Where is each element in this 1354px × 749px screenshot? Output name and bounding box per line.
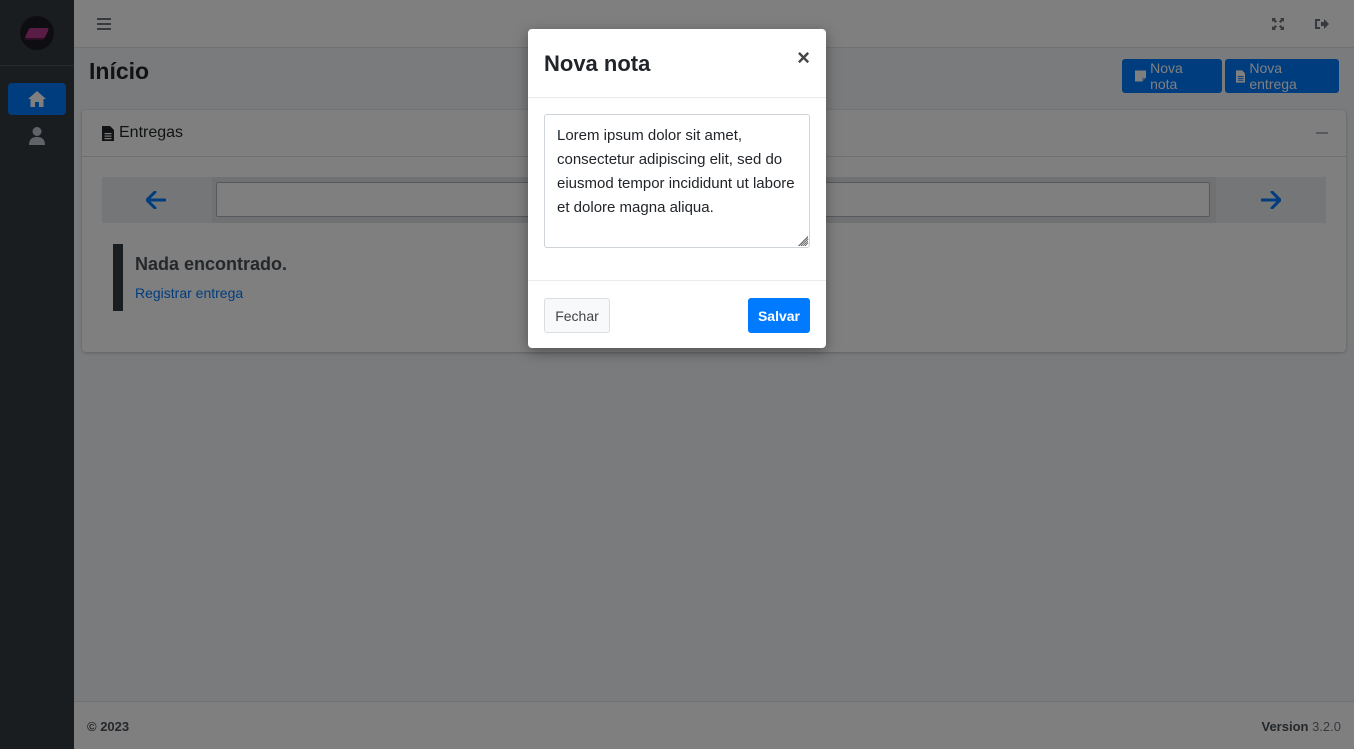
new-note-modal: Nova nota × Lorem ipsum dolor sit amet, … [528, 29, 826, 348]
save-button[interactable]: Salvar [748, 298, 810, 333]
modal-footer: Fechar Salvar [528, 281, 826, 348]
modal-title: Nova nota [544, 51, 651, 76]
note-textarea[interactable]: Lorem ipsum dolor sit amet, consectetur … [544, 114, 810, 248]
modal-header: Nova nota × [528, 29, 826, 98]
close-button[interactable]: Fechar [544, 298, 610, 333]
resize-handle-icon[interactable] [798, 236, 808, 246]
modal-body: Lorem ipsum dolor sit amet, consectetur … [528, 98, 826, 281]
close-icon[interactable]: × [797, 47, 810, 69]
